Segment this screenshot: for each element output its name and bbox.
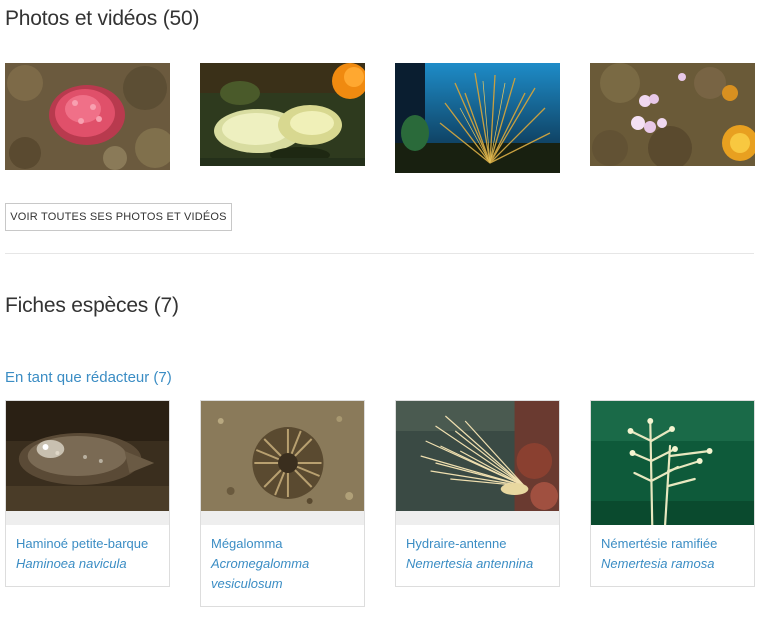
- species-latin-name: Acromegalomma vesiculosum: [211, 556, 310, 591]
- card-strip-3: [396, 511, 559, 525]
- species-image-4: [591, 401, 754, 525]
- species-latin-name: Haminoea navicula: [16, 556, 127, 571]
- species-card-1[interactable]: Haminoé petite-barque Haminoea navicula: [5, 400, 170, 587]
- species-image-3: [396, 401, 559, 511]
- photo-thumbnail-3[interactable]: [395, 63, 560, 173]
- species-thumb-3: [396, 401, 559, 511]
- species-thumb-4: [591, 401, 754, 525]
- species-common-name: Mégalomma: [211, 536, 283, 551]
- species-card-2[interactable]: Mégalomma Acromegalomma vesiculosum: [200, 400, 365, 607]
- photo-thumbnail-4[interactable]: [590, 63, 755, 166]
- species-latin-name: Nemertesia ramosa: [601, 556, 715, 571]
- card-strip-2: [201, 511, 364, 525]
- photo-thumbnail-1[interactable]: [5, 63, 170, 170]
- species-image-1: [6, 401, 169, 511]
- species-common-name: Haminoé petite-barque: [16, 536, 149, 551]
- species-section-title: Fiches espèces (7): [5, 294, 179, 317]
- species-card-4[interactable]: Némertésie ramifiée Nemertesia ramosa: [590, 400, 755, 587]
- species-card-3[interactable]: Hydraire-antenne Nemertesia antennina: [395, 400, 560, 587]
- photo-thumbnail-2[interactable]: [200, 63, 365, 166]
- species-common-name: Némertésie ramifiée: [601, 536, 718, 551]
- photo-image-3: [395, 63, 560, 173]
- species-thumb-1: [6, 401, 169, 511]
- species-image-2: [201, 401, 364, 511]
- photo-image-4: [590, 63, 755, 166]
- section-divider: [5, 253, 754, 254]
- photo-image-2: [200, 63, 365, 166]
- view-all-photos-button[interactable]: VOIR TOUTES SES PHOTOS ET VIDÉOS: [5, 203, 232, 231]
- species-latin-name: Nemertesia antennina: [406, 556, 534, 571]
- editor-subsection-link[interactable]: En tant que rédacteur (7): [5, 369, 172, 386]
- species-common-name: Hydraire-antenne: [406, 536, 507, 551]
- species-thumb-2: [201, 401, 364, 511]
- card-strip-1: [6, 511, 169, 525]
- photos-section-title: Photos et vidéos (50): [5, 7, 200, 30]
- photo-image-1: [5, 63, 170, 170]
